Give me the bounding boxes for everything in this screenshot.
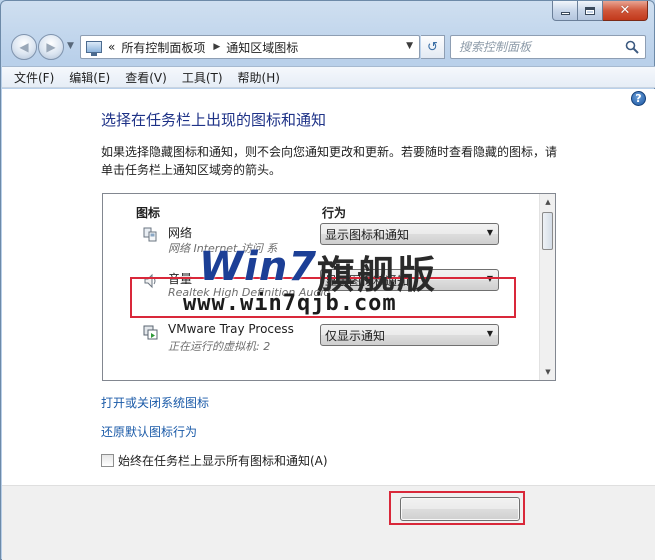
scroll-down-icon[interactable]: ▼ (540, 364, 555, 380)
control-panel-window: ✕ ◀ ▶ ▼ « 所有控制面板项 ▶ 通知区域图标 ▼ ↺ 文件(F) 编辑(… (0, 0, 655, 560)
network-icon (143, 227, 157, 242)
scroll-up-icon[interactable]: ▲ (540, 194, 555, 210)
breadcrumb-arrow-icon[interactable]: ▶ (213, 42, 220, 52)
search-icon[interactable] (625, 40, 639, 54)
maximize-icon (585, 6, 595, 15)
page-description: 如果选择隐藏图标和通知，则不会向您通知更改和更新。若要随时查看隐藏的图标，请单击… (101, 145, 558, 177)
system-icons-link[interactable]: 打开或关闭系统图标 (101, 394, 209, 411)
behavior-value: 显示图标和通知 (325, 227, 410, 242)
menu-view[interactable]: 查看(V) (125, 69, 167, 86)
refresh-button[interactable]: ↺ (421, 35, 445, 59)
vmware-tray-icon (143, 325, 158, 340)
maximize-button[interactable] (578, 1, 603, 21)
chevron-down-icon: ▼ (486, 228, 493, 237)
list-item: 网络 网络 Internet 访问 系 显示图标和通知 ▼ (103, 218, 539, 264)
behavior-value: 仅显示通知 (325, 328, 386, 343)
breadcrumb-overflow[interactable]: « (108, 40, 115, 54)
breadcrumb-notification-icons[interactable]: 通知区域图标 (226, 39, 298, 56)
back-button[interactable]: ◀ (11, 34, 37, 60)
page-title: 选择在任务栏上出现的图标和通知 (101, 111, 327, 129)
row-name: VMware Tray Process (168, 322, 294, 336)
forward-arrow-icon: ▶ (46, 40, 56, 54)
always-show-checkbox[interactable] (101, 454, 114, 467)
row-description: 网络 Internet 访问 系 (168, 242, 278, 255)
minimize-icon (560, 12, 570, 15)
always-show-option[interactable]: 始终在任务栏上显示所有图标和通知(A) (101, 452, 328, 469)
row-description: 正在运行的虚拟机: 2 (168, 340, 271, 353)
search-input[interactable] (459, 40, 619, 54)
chevron-down-icon: ▼ (486, 329, 493, 338)
behavior-dropdown[interactable]: 仅显示通知 ▼ (320, 324, 499, 346)
highlight-frame-ok-button (389, 491, 525, 525)
minimize-button[interactable] (552, 1, 578, 21)
list-scrollbar[interactable]: ▲ ▼ (539, 194, 555, 380)
restore-defaults-link[interactable]: 还原默认图标行为 (101, 423, 197, 440)
menu-file[interactable]: 文件(F) (14, 69, 54, 86)
close-icon: ✕ (619, 3, 631, 18)
back-arrow-icon: ◀ (19, 40, 29, 54)
menu-help[interactable]: 帮助(H) (238, 69, 280, 86)
caption-buttons: ✕ (552, 1, 648, 21)
breadcrumb-all-items[interactable]: 所有控制面板项 (121, 39, 205, 56)
recent-pages-dropdown[interactable]: ▼ (67, 41, 74, 51)
bottom-bar (2, 485, 655, 560)
row-name: 网络 (168, 226, 193, 240)
address-bar[interactable]: « 所有控制面板项 ▶ 通知区域图标 ▼ (80, 35, 420, 59)
scrollbar-thumb[interactable] (542, 212, 553, 250)
menu-tools[interactable]: 工具(T) (182, 69, 223, 86)
behavior-dropdown[interactable]: 显示图标和通知 ▼ (320, 223, 499, 245)
highlight-frame-volume-row (130, 277, 516, 318)
navigation-bar: ◀ ▶ ▼ « 所有控制面板项 ▶ 通知区域图标 ▼ ↺ (1, 31, 654, 63)
help-icon[interactable]: ? (631, 91, 646, 106)
refresh-icon: ↺ (427, 39, 438, 55)
search-box[interactable] (450, 35, 646, 59)
forward-button[interactable]: ▶ (38, 34, 64, 60)
always-show-label: 始终在任务栏上显示所有图标和通知(A) (118, 454, 328, 468)
menu-bar: 文件(F) 编辑(E) 查看(V) 工具(T) 帮助(H) (2, 66, 655, 88)
control-panel-icon (86, 41, 102, 56)
address-dropdown-icon[interactable]: ▼ (406, 41, 413, 51)
menu-edit[interactable]: 编辑(E) (69, 69, 110, 86)
close-button[interactable]: ✕ (603, 1, 648, 21)
